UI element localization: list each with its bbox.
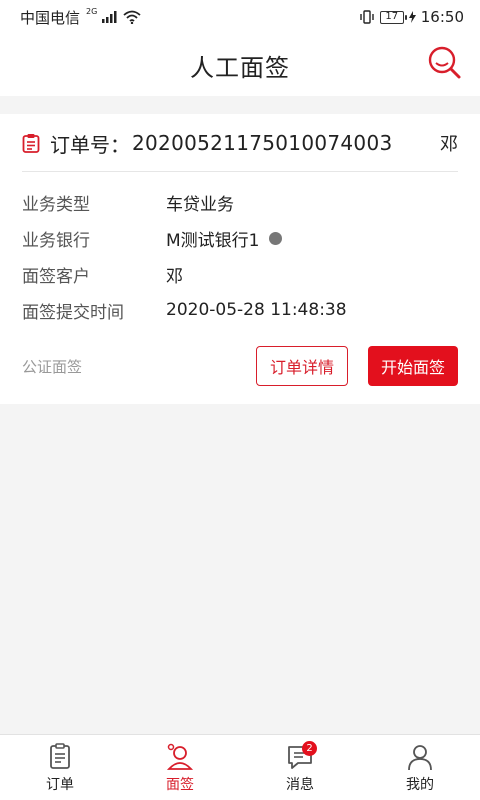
bottom-tab-bar: 订单 面签 2 消息 我的 xyxy=(0,734,480,800)
detail-row-customer: 面签客户 邓 xyxy=(22,256,458,292)
card-divider xyxy=(22,171,458,172)
tab-orders[interactable]: 订单 xyxy=(0,735,120,800)
tab-label: 我的 xyxy=(406,776,434,793)
status-dot-icon xyxy=(269,231,283,245)
order-card: 订单号： 20200521175010074003 邓 业务类型 车贷业务 业务… xyxy=(0,114,480,404)
carrier-name: 中国电信 xyxy=(20,8,81,27)
message-badge: 2 xyxy=(302,741,317,756)
order-detail-button[interactable]: 订单详情 xyxy=(256,346,348,386)
page-title: 人工面签 xyxy=(190,53,290,82)
order-number: 20200521175010074003 xyxy=(132,131,393,155)
page-header: 人工面签 xyxy=(0,34,480,96)
signal-icon xyxy=(102,11,117,23)
detail-value: 2020-05-28 11:48:38 xyxy=(166,300,347,320)
charging-icon xyxy=(408,11,416,23)
detail-row-submit-time: 面签提交时间 2020-05-28 11:48:38 xyxy=(22,292,458,328)
profile-icon xyxy=(408,744,432,770)
order-header: 订单号： 20200521175010074003 邓 xyxy=(0,114,480,172)
card-footer: 公证面签 订单详情 开始面签 xyxy=(22,346,458,386)
detail-key: 业务银行 xyxy=(22,230,90,251)
search-icon xyxy=(428,46,461,79)
start-signing-button[interactable]: 开始面签 xyxy=(368,346,458,386)
vibrate-icon xyxy=(360,10,374,24)
detail-row-bank: 业务银行 M测试银行1 xyxy=(22,220,458,256)
tab-label: 消息 xyxy=(286,776,314,793)
clock-time: 16:50 xyxy=(420,8,464,26)
tab-label: 面签 xyxy=(166,776,194,793)
search-button[interactable] xyxy=(426,44,464,82)
detail-key: 面签客户 xyxy=(22,266,90,287)
detail-row-business-type: 业务类型 车贷业务 xyxy=(22,184,458,220)
detail-value: 车贷业务 xyxy=(166,194,234,215)
status-bar: 中国电信 2G 17 16:50 xyxy=(0,0,480,34)
clipboard-icon xyxy=(22,134,40,153)
tab-label: 订单 xyxy=(46,776,74,793)
order-customer-short: 邓 xyxy=(440,134,458,155)
detail-key: 业务类型 xyxy=(22,194,90,215)
signing-type-tag: 公证面签 xyxy=(22,357,83,376)
wifi-icon xyxy=(123,10,141,24)
order-details: 业务类型 车贷业务 业务银行 M测试银行1 面签客户 邓 面签提交时间 2020… xyxy=(22,184,458,328)
sign-icon xyxy=(166,743,194,770)
network-type: 2G xyxy=(86,6,98,16)
status-right: 17 16:50 xyxy=(359,8,464,26)
order-number-label: 订单号： xyxy=(50,132,130,157)
detail-value: 邓 xyxy=(166,266,183,287)
bank-name: M测试银行1 xyxy=(166,230,260,251)
status-left: 中国电信 2G xyxy=(20,7,141,28)
order-icon xyxy=(50,742,70,769)
battery-level: 17 xyxy=(385,11,399,22)
tab-signing[interactable]: 面签 xyxy=(120,735,240,800)
detail-key: 面签提交时间 xyxy=(22,302,124,323)
tab-profile[interactable]: 我的 xyxy=(360,735,480,800)
battery-icon: 17 xyxy=(379,10,407,24)
tab-messages[interactable]: 2 消息 xyxy=(240,735,360,800)
detail-value: M测试银行1 xyxy=(166,226,283,251)
